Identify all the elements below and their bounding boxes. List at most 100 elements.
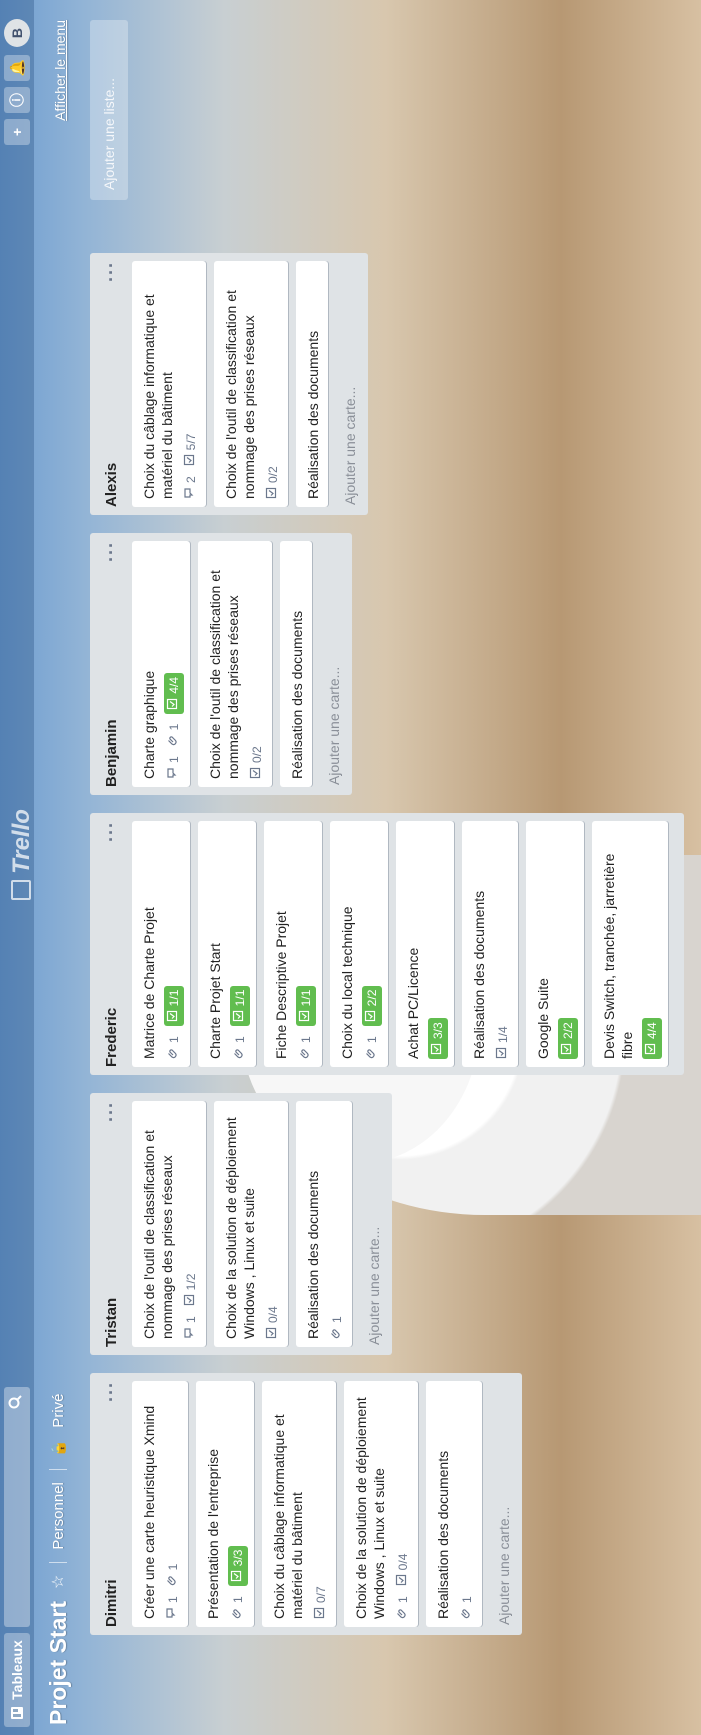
- card[interactable]: Google Suite 2/2: [526, 821, 584, 1067]
- checklist-value: 3/3: [231, 1549, 245, 1567]
- list-menu-icon[interactable]: ···: [101, 1381, 122, 1402]
- card-badges: 2 5/7: [182, 269, 200, 499]
- paperclip-icon: [363, 1047, 381, 1059]
- card-badges: 2/2: [558, 829, 578, 1059]
- notifications-button[interactable]: 🔔: [4, 55, 30, 81]
- add-card-button[interactable]: Ajouter une carte...: [320, 541, 344, 787]
- checklist-value: 0/7: [314, 1586, 328, 1603]
- show-menu-link[interactable]: Afficher le menu: [52, 20, 68, 121]
- card-title: Charte graphique: [141, 670, 157, 779]
- card[interactable]: Choix de l'outil de classification et no…: [132, 1101, 206, 1347]
- personal-team-button[interactable]: Personnel: [50, 1482, 67, 1550]
- card-badges: 1 1/1: [164, 829, 184, 1059]
- list-3: Benjamin ··· Charte graphique 1 1 4/4 Choix de…: [90, 533, 352, 795]
- card[interactable]: Choix de la solution de déploiement Wind…: [214, 1101, 288, 1347]
- card[interactable]: Réalisation des documents: [280, 541, 312, 787]
- checklist-value: 0/2: [266, 466, 280, 483]
- avatar[interactable]: B: [4, 19, 30, 47]
- trello-logo-icon: [11, 880, 31, 900]
- board-header: Projet Start ☆ Personnel 🔒 Privé: [38, 1394, 78, 1726]
- list-header: Benjamin ···: [90, 541, 132, 787]
- add-card-button[interactable]: Ajouter une carte...: [360, 1101, 384, 1347]
- list-menu-icon[interactable]: ···: [101, 541, 122, 562]
- card-title: Choix du câblage informatique et matérie…: [141, 294, 175, 499]
- card-badges: 1 1/1: [296, 829, 316, 1059]
- header-separator-2: [49, 1469, 67, 1471]
- card-title: Fiche Descriptive Projet: [273, 911, 289, 1059]
- checklist-icon: [429, 1043, 447, 1055]
- attachment-value: 1: [167, 1036, 181, 1043]
- list-title[interactable]: Dimitri: [103, 1579, 120, 1627]
- boards-button[interactable]: Tableaux: [4, 1633, 30, 1727]
- attachment-count: 1: [363, 1036, 381, 1059]
- card-title: Réalisation des documents: [305, 1170, 321, 1339]
- attachment-count: 1: [165, 1036, 183, 1059]
- card[interactable]: Réalisation des documents 1: [296, 1101, 352, 1347]
- checklist-badge: 4/4: [164, 672, 184, 714]
- avatar-initial: B: [9, 27, 25, 39]
- card[interactable]: Choix de l'outil de classification et no…: [214, 261, 288, 507]
- star-icon[interactable]: ☆: [48, 1575, 68, 1589]
- card[interactable]: Matrice de Charte Projet 1 1/1: [132, 821, 190, 1067]
- comment-icon: [182, 1327, 200, 1339]
- attachment-value: 1: [233, 1036, 247, 1043]
- checklist-value: 1/4: [496, 1026, 510, 1043]
- comment-count: 2: [182, 476, 200, 499]
- create-button[interactable]: +: [4, 119, 30, 145]
- search-input[interactable]: [4, 1387, 30, 1627]
- paperclip-icon: [458, 1607, 476, 1619]
- card[interactable]: Choix du câblage informatique et matérie…: [262, 1381, 336, 1627]
- card-badges: 0/2: [248, 549, 266, 779]
- info-button[interactable]: ⓘ: [4, 87, 30, 113]
- card[interactable]: Choix du local technique 1 2/2: [330, 821, 388, 1067]
- checklist-badge: 3/3: [228, 1545, 248, 1587]
- card-title: Choix du câblage informatique et matérie…: [271, 1414, 305, 1619]
- card[interactable]: Réalisation des documents 1: [426, 1381, 482, 1627]
- list-menu-icon[interactable]: ···: [101, 261, 122, 282]
- card[interactable]: Choix de la solution de déploiement Wind…: [344, 1381, 418, 1627]
- attachment-value: 1: [299, 1036, 313, 1043]
- list-title[interactable]: Alexis: [103, 463, 120, 507]
- list-menu-icon[interactable]: ···: [101, 1101, 122, 1122]
- card[interactable]: Fiche Descriptive Projet 1 1/1: [264, 821, 322, 1067]
- add-card-button[interactable]: Ajouter une carte...: [490, 1381, 514, 1627]
- checklist-value: 1/1: [299, 989, 313, 1007]
- card[interactable]: Créer une carte heuristique Xmind 1 1: [132, 1381, 188, 1627]
- add-card-button[interactable]: Ajouter une carte...: [336, 261, 360, 507]
- board-title[interactable]: Projet Start: [45, 1601, 72, 1725]
- comment-icon: [165, 767, 183, 779]
- card-title: Charte Projet Start: [207, 943, 223, 1059]
- card-badges: 0/2: [264, 269, 282, 499]
- top-navigation-bar: Tableaux Trello + ⓘ 🔔 B: [0, 0, 35, 1735]
- checklist-value: 0/4: [396, 1553, 410, 1571]
- list-0: Dimitri ··· Créer une carte heuristique Xm…: [90, 1373, 522, 1635]
- card[interactable]: Présentation de l'entreprise 1 3/3: [196, 1381, 254, 1627]
- card[interactable]: Devis Switch, tranchée, jarretière fibre…: [592, 821, 668, 1067]
- checklist-value: 1/1: [233, 989, 247, 1007]
- checklist-value: 5/7: [184, 433, 198, 451]
- checklist-badge: 1/4: [494, 1026, 512, 1059]
- checklist-icon: [312, 1607, 330, 1619]
- list-title[interactable]: Benjamin: [103, 719, 120, 787]
- card[interactable]: Charte Projet Start 1 1/1: [198, 821, 256, 1067]
- private-visibility-button[interactable]: Privé: [50, 1394, 67, 1428]
- list-1: Tristan ··· Choix de l'outil de classifica…: [90, 1093, 392, 1355]
- attachment-value: 1: [166, 1563, 180, 1571]
- bell-icon: 🔔: [8, 59, 25, 77]
- card[interactable]: Choix du câblage informatique et matérie…: [132, 261, 206, 507]
- card-title: Réalisation des documents: [305, 330, 321, 499]
- card[interactable]: Réalisation des documents 1/4: [462, 821, 518, 1067]
- card-title: Choix de l'outil de classification et no…: [207, 570, 241, 779]
- paperclip-icon: [231, 1047, 249, 1059]
- comment-count: 1: [164, 1596, 182, 1619]
- card[interactable]: Réalisation des documents: [296, 261, 328, 507]
- card[interactable]: Achat PC/Licence 3/3: [396, 821, 454, 1067]
- attachment-value: 1: [231, 1596, 245, 1603]
- list-title[interactable]: Frederic: [103, 1008, 120, 1067]
- card[interactable]: Choix de l'outil de classification et no…: [198, 541, 272, 787]
- card[interactable]: Charte graphique 1 1 4/4: [132, 541, 190, 787]
- checklist-icon: [165, 1010, 183, 1022]
- add-list-button[interactable]: Ajouter une liste...: [90, 20, 128, 200]
- list-title[interactable]: Tristan: [103, 1298, 120, 1347]
- list-menu-icon[interactable]: ···: [101, 821, 122, 842]
